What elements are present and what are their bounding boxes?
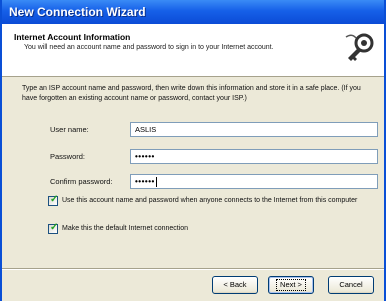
cancel-button-label: Cancel <box>339 280 363 289</box>
default-connection-label[interactable]: Make this the default Internet connectio… <box>62 224 372 233</box>
confirm-password-value: •••••• <box>135 177 155 186</box>
window-title: New Connection Wizard <box>9 5 146 19</box>
back-button[interactable]: < Back <box>212 276 258 294</box>
username-label: User name: <box>50 125 89 134</box>
confirm-password-label: Confirm password: <box>50 177 113 186</box>
text-caret <box>155 176 157 187</box>
use-account-checkbox[interactable]: ✓ <box>48 194 59 206</box>
key-icon <box>344 31 376 63</box>
password-value: •••••• <box>135 152 155 161</box>
page-subtitle: You will need an account name and passwo… <box>24 44 274 51</box>
wizard-window: New Connection Wizard Internet Account I… <box>0 0 386 301</box>
button-separator <box>2 268 384 270</box>
username-value: ASLIS <box>135 125 157 134</box>
password-field[interactable]: •••••• <box>130 149 378 164</box>
wizard-header: Internet Account Information You will ne… <box>2 24 384 77</box>
next-button-label: Next > <box>276 279 306 291</box>
back-button-label: < Back <box>223 280 247 289</box>
next-button[interactable]: Next > <box>268 276 314 294</box>
password-label: Password: <box>50 152 86 161</box>
instructions-text: Type an ISP account name and password, t… <box>22 85 361 102</box>
cancel-button[interactable]: Cancel <box>328 276 374 294</box>
title-bar[interactable]: New Connection Wizard <box>2 0 384 24</box>
checkmark-icon: ✓ <box>50 194 59 205</box>
confirm-password-field[interactable]: •••••• <box>130 174 378 189</box>
checkmark-icon: ✓ <box>50 222 59 233</box>
default-connection-checkbox[interactable]: ✓ <box>48 222 59 234</box>
page-title: Internet Account Information <box>14 32 131 42</box>
use-account-label[interactable]: Use this account name and password when … <box>62 196 372 205</box>
username-field[interactable]: ASLIS <box>130 122 378 137</box>
